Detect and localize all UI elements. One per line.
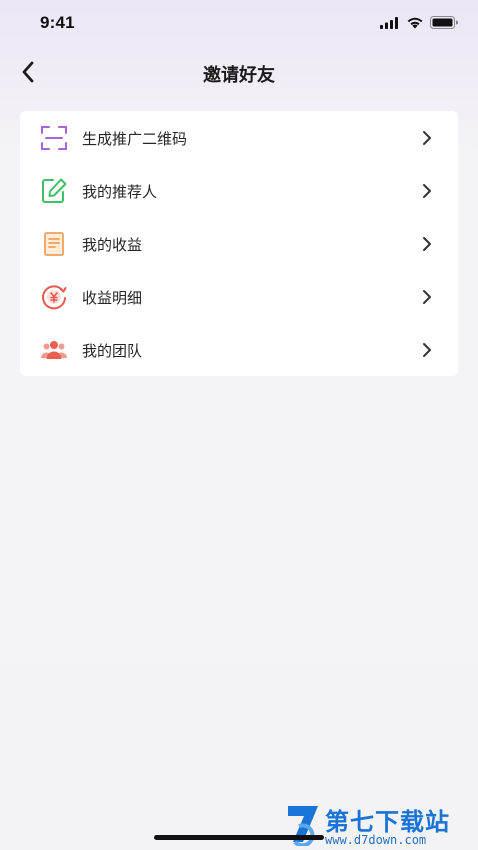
yuan-coin-icon [40, 283, 68, 311]
menu-item-generate-qr[interactable]: 生成推广二维码 [20, 111, 458, 164]
watermark-name: 第七下载站 [325, 808, 450, 836]
chevron-right-icon [423, 290, 431, 304]
menu-item-earnings-detail[interactable]: 收益明细 [20, 270, 458, 323]
menu-item-label: 我的推荐人 [82, 183, 158, 201]
battery-icon [430, 16, 458, 29]
signal-icon [380, 16, 398, 29]
edit-icon [40, 177, 68, 205]
wifi-icon [407, 17, 423, 29]
menu-item-my-earnings[interactable]: 我的收益 [20, 217, 458, 270]
menu-item-label: 我的收益 [82, 236, 143, 254]
watermark: 第七下载站 www.d7down.com [285, 800, 470, 848]
menu-item-label: 我的团队 [82, 342, 143, 360]
page-title: 邀请好友 [203, 65, 275, 86]
menu-item-my-team[interactable]: 我的团队 [20, 323, 458, 376]
chevron-right-icon [423, 184, 431, 198]
document-list-icon [40, 230, 68, 258]
home-indicator[interactable] [154, 835, 324, 840]
nav-bar: 邀请好友 [0, 48, 478, 96]
chevron-right-icon [423, 131, 431, 145]
chevron-right-icon [423, 237, 431, 251]
menu-item-my-referrer[interactable]: 我的推荐人 [20, 164, 458, 217]
menu-item-label: 生成推广二维码 [82, 130, 188, 148]
chevron-right-icon [423, 343, 431, 357]
team-icon [40, 336, 68, 364]
menu-item-label: 收益明细 [82, 289, 143, 307]
menu-card: 生成推广二维码 我的推荐人 我的收益 收益明细 我的团队 [20, 111, 458, 376]
qr-scan-icon [40, 124, 68, 152]
status-icons [380, 16, 458, 29]
watermark-url: www.d7down.com [325, 833, 427, 847]
status-time: 9:41 [40, 13, 75, 32]
status-bar: 9:41 [0, 0, 478, 48]
